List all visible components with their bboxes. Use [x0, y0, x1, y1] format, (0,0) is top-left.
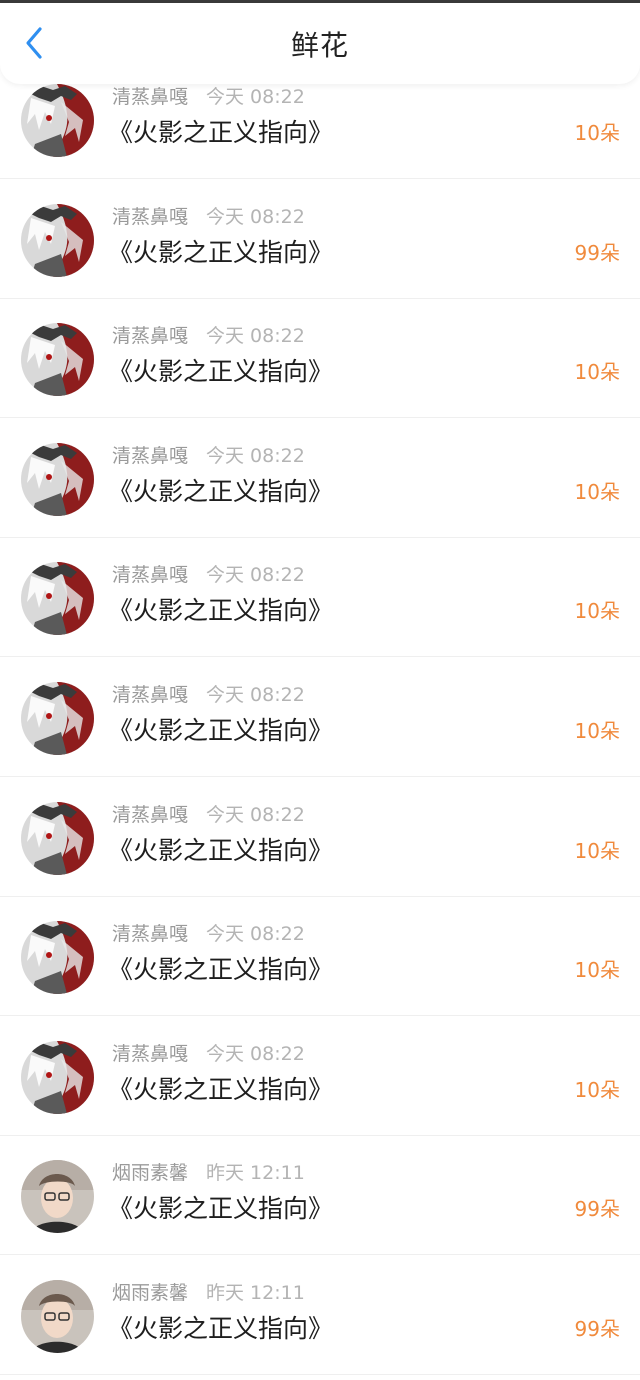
record-meta: 烟雨素馨 昨天 12:11 [112, 1158, 305, 1185]
flower-amount: 10朵 [574, 1077, 620, 1102]
list-item[interactable]: 烟雨素馨 昨天 12:11 《火影之正义指向》 99朵 [0, 1136, 640, 1256]
list-item[interactable]: 清蒸鼻嘎 今天 08:22 《火影之正义指向》 10朵 [0, 658, 640, 777]
book-title[interactable]: 《火影之正义指向》 [108, 1309, 333, 1345]
book-title[interactable]: 《火影之正义指向》 [108, 472, 333, 508]
user-name[interactable]: 清蒸鼻嘎 [112, 560, 188, 587]
timestamp: 今天 08:22 [206, 1042, 305, 1065]
avatar[interactable] [21, 1280, 94, 1353]
record-meta: 清蒸鼻嘎 今天 08:22 [112, 1039, 305, 1066]
avatar[interactable] [21, 203, 94, 277]
record-meta: 清蒸鼻嘎 今天 08:22 [112, 202, 305, 229]
timestamp: 今天 08:22 [206, 684, 305, 706]
list-item[interactable]: 清蒸鼻嘎 今天 08:22 《火影之正义指向》 10朵 [0, 419, 640, 538]
book-title[interactable]: 《火影之正义指向》 [108, 831, 333, 867]
record-meta: 清蒸鼻嘎 今天 08:22 [112, 919, 305, 946]
timestamp: 今天 08:22 [206, 86, 305, 108]
book-title[interactable]: 《火影之正义指向》 [108, 1189, 333, 1225]
book-title[interactable]: 《火影之正义指向》 [108, 1070, 333, 1106]
avatar[interactable] [21, 921, 94, 995]
book-title[interactable]: 《火影之正义指向》 [108, 113, 333, 149]
avatar[interactable] [21, 84, 94, 157]
flower-amount: 10朵 [574, 360, 620, 385]
book-title[interactable]: 《火影之正义指向》 [108, 711, 333, 747]
avatar[interactable] [21, 562, 94, 636]
book-title[interactable]: 《火影之正义指向》 [108, 591, 333, 627]
record-meta: 清蒸鼻嘎 今天 08:22 [112, 800, 305, 827]
flower-amount: 10朵 [574, 958, 620, 983]
avatar[interactable] [21, 1160, 94, 1234]
book-title[interactable]: 《火影之正义指向》 [108, 233, 333, 269]
nav-header: 鲜花 [0, 3, 640, 84]
flower-amount: 10朵 [574, 719, 620, 743]
user-name[interactable]: 清蒸鼻嘎 [112, 919, 188, 946]
flower-amount: 10朵 [574, 121, 620, 145]
record-meta: 清蒸鼻嘎 今天 08:22 [112, 321, 305, 348]
record-meta: 清蒸鼻嘎 今天 08:22 [112, 441, 305, 468]
user-name[interactable]: 清蒸鼻嘎 [112, 82, 188, 109]
book-title[interactable]: 《火影之正义指向》 [108, 352, 333, 388]
list-item[interactable]: 清蒸鼻嘎 今天 08:22 《火影之正义指向》 10朵 [0, 299, 640, 419]
list-item[interactable]: 清蒸鼻嘎 今天 08:22 《火影之正义指向》 10朵 [0, 897, 640, 1017]
list-item[interactable]: 清蒸鼻嘎 今天 08:22 《火影之正义指向》 99朵 [0, 180, 640, 299]
list-item[interactable]: 烟雨素馨 昨天 12:11 《火影之正义指向》 99朵 [0, 1256, 640, 1375]
flower-amount: 10朵 [574, 838, 620, 863]
timestamp: 昨天 12:11 [206, 1282, 305, 1304]
record-meta: 烟雨素馨 昨天 12:11 [112, 1278, 305, 1305]
record-meta: 清蒸鼻嘎 今天 08:22 [112, 680, 305, 707]
user-name[interactable]: 清蒸鼻嘎 [112, 441, 188, 468]
flower-amount: 10朵 [574, 479, 620, 504]
user-name[interactable]: 烟雨素馨 [112, 1278, 188, 1305]
page-title: 鲜花 [290, 29, 349, 62]
avatar[interactable] [21, 1040, 94, 1114]
avatar[interactable] [21, 323, 94, 397]
record-meta: 清蒸鼻嘎 今天 08:22 [112, 560, 305, 587]
list-item[interactable]: 清蒸鼻嘎 今天 08:22 《火影之正义指向》 10朵 [0, 778, 640, 897]
flower-amount: 99朵 [574, 1197, 620, 1222]
list-item[interactable]: 清蒸鼻嘎 今天 08:22 《火影之正义指向》 10朵 [0, 1017, 640, 1136]
avatar[interactable] [21, 682, 94, 755]
divider [0, 1374, 640, 1375]
flower-amount: 99朵 [574, 1317, 620, 1341]
timestamp: 今天 08:22 [206, 325, 305, 348]
user-name[interactable]: 清蒸鼻嘎 [112, 1039, 188, 1066]
book-title[interactable]: 《火影之正义指向》 [108, 950, 333, 986]
timestamp: 昨天 12:11 [206, 1162, 305, 1185]
timestamp: 今天 08:22 [206, 923, 305, 946]
user-name[interactable]: 清蒸鼻嘎 [112, 680, 188, 707]
list-item[interactable]: 清蒸鼻嘎 今天 08:22 《火影之正义指向》 10朵 [0, 538, 640, 658]
avatar[interactable] [21, 801, 94, 875]
avatar[interactable] [21, 442, 94, 516]
flower-amount: 10朵 [574, 599, 620, 624]
record-meta: 清蒸鼻嘎 今天 08:22 [112, 82, 305, 109]
user-name[interactable]: 清蒸鼻嘎 [112, 202, 188, 229]
user-name[interactable]: 清蒸鼻嘎 [112, 800, 188, 827]
timestamp: 今天 08:22 [206, 803, 305, 826]
timestamp: 今天 08:22 [206, 444, 305, 467]
user-name[interactable]: 清蒸鼻嘎 [112, 321, 188, 348]
user-name[interactable]: 烟雨素馨 [112, 1158, 188, 1185]
flower-amount: 99朵 [574, 240, 620, 265]
timestamp: 今天 08:22 [206, 205, 305, 228]
timestamp: 今天 08:22 [206, 564, 305, 587]
